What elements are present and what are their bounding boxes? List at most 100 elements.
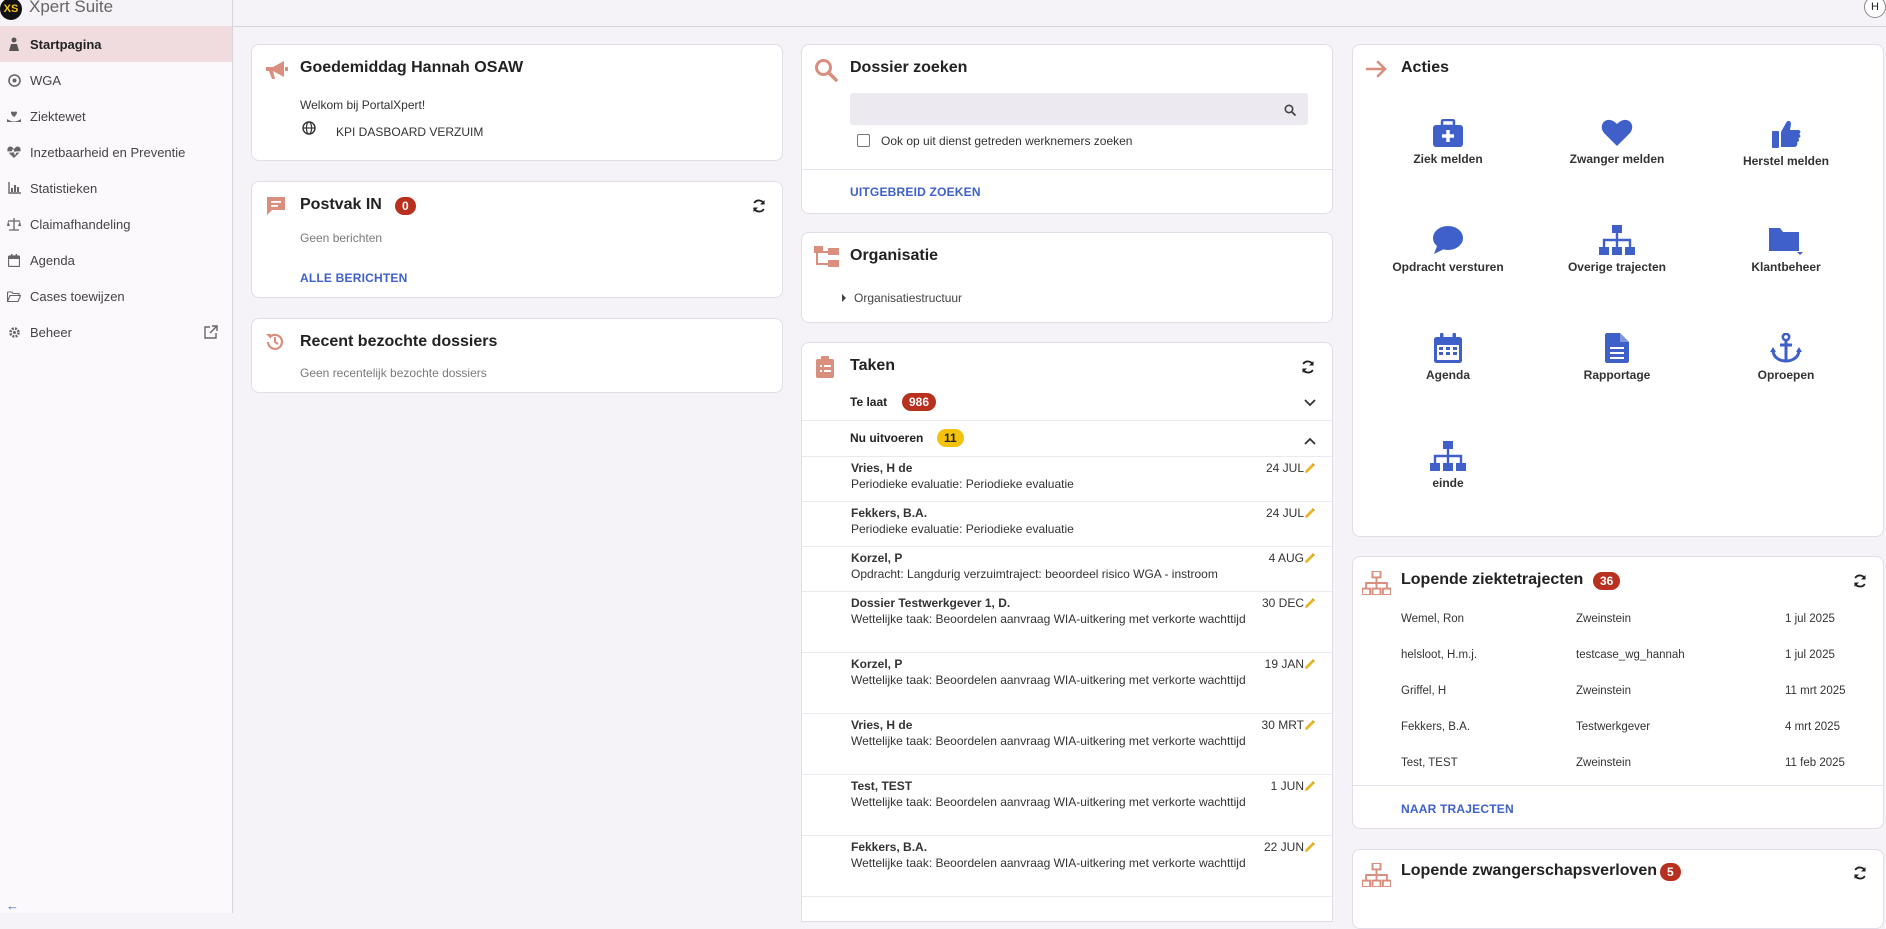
tasks-group-late[interactable]: Te laat 986 [802,384,1332,421]
pencil-icon[interactable] [1304,718,1316,730]
table-row[interactable]: helsloot, H.m.j. testcase_wg_hannah 1 jul … [1353,638,1883,674]
sidebar-item-ziektewet[interactable]: Ziektewet [0,98,232,134]
inbox-count-badge: 0 [395,197,416,215]
action-label: einde [1432,476,1464,490]
organisation-title: Organisatie [850,247,939,264]
dossier-search-card: Dossier zoeken Ook op uit dienst getrede… [801,44,1333,214]
table-row[interactable]: Fekkers, B.A. Testwerkgever 4 mrt 2025 [1353,710,1883,746]
refresh-icon[interactable] [1853,574,1867,588]
late-count-badge: 986 [902,393,937,411]
gear-circle-icon [7,73,21,87]
pencil-icon[interactable] [1304,657,1316,669]
sidebar-item-wga[interactable]: WGA [0,62,232,98]
inactive-employees-checkbox[interactable] [857,134,870,147]
pregnancy-leaves-title: Lopende zwangerschapsverloven [1401,862,1658,879]
pencil-icon[interactable] [1304,461,1316,473]
task-item[interactable]: Vries, H de Periodieke evaluatie: Periodi… [802,457,1332,502]
search-button-icon[interactable] [1284,103,1297,121]
sidebar-item-statistieken[interactable]: Statistieken [0,170,232,206]
task-employee-name: Fekkers, B.A. [851,506,928,520]
checkbox-label: Ook op uit dienst getreden werknemers zo… [881,134,1133,148]
refresh-icon[interactable] [752,199,766,213]
action-rapportage[interactable]: Rapportage [1533,333,1701,382]
tasks-card: Taken Te laat 986 Nu uitvoeren 11 Vries,… [801,342,1333,922]
sidebar-item-agenda[interactable]: Agenda [0,242,232,278]
sick-trajectories-title: Lopende ziektetrajecten [1401,571,1584,588]
megaphone-icon [264,59,288,86]
action-herstel-melden[interactable]: Herstel melden [1702,119,1870,168]
trajectory-employee: Wemel, Ron [1401,613,1465,625]
dossier-search-input[interactable] [850,93,1308,125]
person-icon [7,37,21,51]
inbox-empty-text: Geen berichten [300,231,383,245]
tasks-group-now[interactable]: Nu uitvoeren 11 [802,420,1332,457]
sidebar-item-inzetbaarheid[interactable]: Inzetbaarheid en Preventie [0,134,232,170]
action-opdracht-versturen[interactable]: Opdracht versturen [1364,225,1532,274]
app-logo[interactable]: XS [0,0,22,20]
pregnancy-leaves-count-badge: 5 [1660,863,1681,881]
chevron-up-icon[interactable] [1304,432,1316,450]
task-due-date: 30 DEC [1261,596,1304,610]
task-item[interactable]: Fekkers, B.A. Periodieke evaluatie: Perio… [802,502,1332,547]
action-label: Rapportage [1583,368,1651,382]
trajectory-employee: Fekkers, B.A. [1401,721,1471,733]
action-zwanger-melden[interactable]: Zwanger melden [1533,119,1701,166]
sitemap-icon [1361,570,1392,600]
action-label: Overige trajecten [1567,260,1667,274]
task-item[interactable]: Dossier Testwerkgever 1, D. Wettelijke ta… [802,592,1332,653]
organisation-tree-item[interactable]: Organisatiestructuur [854,291,962,305]
dossier-search-title: Dossier zoeken [850,59,968,76]
task-description: Opdracht: Langdurig verzuimtraject: beoo… [851,567,1218,581]
trajectory-employee: helsloot, H.m.j. [1401,649,1478,661]
inbox-card: Postvak IN 0 Geen berichten ALLE BERICHT… [251,181,783,298]
task-item[interactable]: Korzel, P Wettelijke taak: Beoordelen aan… [802,653,1332,714]
action-agenda[interactable]: Agenda [1364,333,1532,382]
task-employee-name: Dossier Testwerkgever 1, D. [851,596,1011,610]
pencil-icon[interactable] [1304,840,1316,852]
now-count-badge: 11 [937,429,964,447]
table-row[interactable]: Test, TEST Zweinstein 11 feb 2025 [1353,746,1883,782]
kpi-dashboard-link[interactable]: KPI DASBOARD VERZUIM [336,125,483,139]
sidebar-item-beheer[interactable]: Beheer [0,314,232,350]
action-klantbeheer[interactable]: Klantbeheer [1702,225,1870,274]
action-label: Opdracht versturen [1392,260,1504,274]
all-messages-link[interactable]: ALLE BERICHTEN [300,271,407,285]
pencil-icon[interactable] [1304,779,1316,791]
sidebar-item-cases-toewijzen[interactable]: Cases toewijzen [0,278,232,314]
caret-right-icon[interactable] [842,294,846,302]
user-avatar[interactable]: H [1864,0,1886,18]
task-employee-name: Test, TEST [851,779,913,793]
collapse-sidebar-icon[interactable]: ← [6,898,19,913]
advanced-search-link[interactable]: UITGEBREID ZOEKEN [850,185,981,199]
globe-icon [302,121,316,140]
pencil-icon[interactable] [1304,551,1316,563]
table-row[interactable]: Wemel, Ron Zweinstein 1 jul 2025 [1353,602,1883,638]
chevron-down-icon[interactable] [1304,394,1316,412]
sidebar-item-label: Agenda [30,252,75,268]
pencil-icon[interactable] [1304,596,1316,608]
action-einde[interactable]: einde [1364,441,1532,490]
pregnancy-leaves-card: Lopende zwangerschapsverloven 5 [1352,849,1884,929]
organisation-card: Organisatie Organisatiestructuur [801,232,1333,323]
task-item[interactable]: Korzel, P Opdracht: Langdurig verzuimtraj… [802,547,1332,592]
refresh-icon[interactable] [1853,866,1867,880]
hand-heart-icon [7,109,21,123]
task-item[interactable]: Vries, H de Wettelijke taak: Beoordelen a… [802,714,1332,775]
task-employee-name: Fekkers, B.A. [851,840,928,854]
refresh-icon[interactable] [1301,360,1315,374]
table-row[interactable]: Griffel, H Zweinstein 11 mrt 2025 [1353,674,1883,710]
to-trajectories-link[interactable]: NAAR TRAJECTEN [1401,802,1514,816]
task-description: Wettelijke taak: Beoordelen aanvraag WIA… [851,673,1246,687]
action-overige-trajecten[interactable]: Overige trajecten [1533,225,1701,274]
sidebar-item-startpagina[interactable]: Startpagina [0,26,232,62]
pencil-icon[interactable] [1304,506,1316,518]
sick-trajectories-count-badge: 36 [1593,572,1621,590]
sidebar-item-claimafhandeling[interactable]: Claimafhandeling [0,206,232,242]
task-item[interactable]: Test, TEST Wettelijke taak: Beoordelen aa… [802,775,1332,836]
task-item[interactable]: Fekkers, B.A. Wettelijke taak: Beoordelen… [802,836,1332,897]
tasks-title: Taken [850,357,896,374]
external-link-icon[interactable] [204,325,218,339]
action-ziek-melden[interactable]: Ziek melden [1364,119,1532,166]
action-oproepen[interactable]: Oproepen [1702,333,1870,382]
sidebar-item-label: Beheer [30,324,72,340]
